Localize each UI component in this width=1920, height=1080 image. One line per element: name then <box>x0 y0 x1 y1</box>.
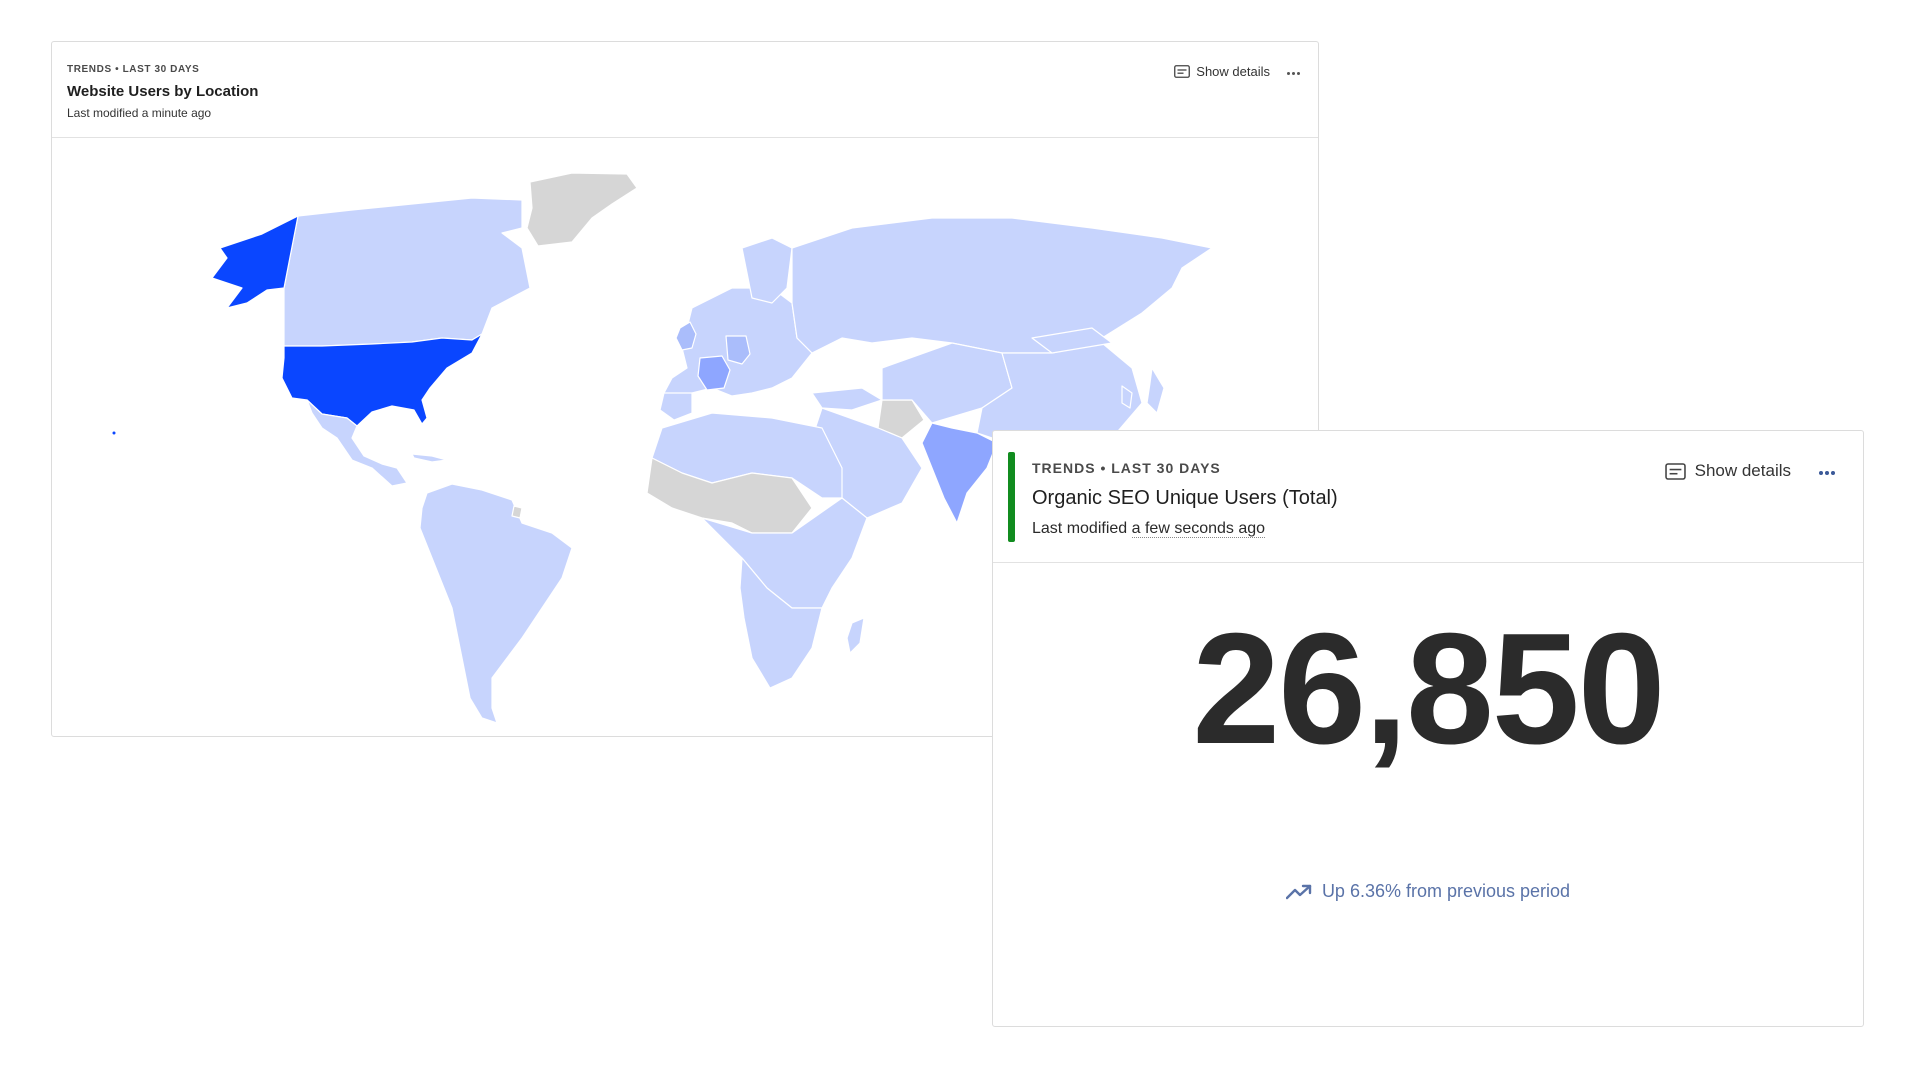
kpi-show-details-button[interactable]: Show details <box>1664 461 1791 481</box>
kpi-value: 26,850 <box>1192 601 1665 777</box>
kpi-more-options-icon[interactable] <box>1819 471 1835 475</box>
region-russia <box>791 217 1213 354</box>
region-caribbean <box>411 453 448 463</box>
kpi-modified-time: a few seconds ago <box>1131 520 1266 538</box>
kpi-modified-prefix: Last modified <box>1032 520 1128 537</box>
region-hawaii <box>112 431 116 435</box>
map-card-title[interactable]: Website Users by Location <box>67 83 258 100</box>
map-card-header: TRENDS • LAST 30 DAYS Website Users by L… <box>52 42 1318 138</box>
trending-up-icon <box>1285 884 1312 899</box>
map-card-actions: Show details <box>1174 64 1270 79</box>
region-india <box>921 422 998 524</box>
kpi-show-details-label: Show details <box>1694 461 1791 480</box>
region-turkey <box>811 387 883 411</box>
details-icon <box>1664 462 1686 480</box>
region-canada <box>283 197 531 347</box>
kpi-card-modified: Last modified a few seconds ago <box>1032 520 1266 538</box>
more-options-icon[interactable] <box>1287 72 1300 75</box>
kpi-delta: Up 6.36% from previous period <box>993 881 1863 902</box>
region-greenland <box>526 172 638 247</box>
kpi-card-header: TRENDS • LAST 30 DAYS Organic SEO Unique… <box>993 431 1863 563</box>
region-french-guiana <box>511 505 523 519</box>
kpi-delta-text: Up 6.36% from previous period <box>1321 881 1571 901</box>
region-japan <box>1146 367 1165 414</box>
show-details-button[interactable]: Show details <box>1174 64 1270 79</box>
region-south-america <box>419 483 573 724</box>
kpi-card-eyebrow: TRENDS • LAST 30 DAYS <box>1032 460 1221 476</box>
region-iberia <box>659 392 693 421</box>
kpi-accent-bar <box>1008 452 1015 542</box>
kpi-card-actions: Show details <box>1664 461 1791 481</box>
kpi-card: TRENDS • LAST 30 DAYS Organic SEO Unique… <box>992 430 1864 1027</box>
map-card-eyebrow: TRENDS • LAST 30 DAYS <box>67 64 200 75</box>
region-madagascar <box>846 617 865 654</box>
show-details-label: Show details <box>1196 64 1270 79</box>
details-icon <box>1174 65 1191 78</box>
kpi-card-title[interactable]: Organic SEO Unique Users (Total) <box>1032 487 1338 510</box>
map-card-modified: Last modified a minute ago <box>67 106 212 120</box>
